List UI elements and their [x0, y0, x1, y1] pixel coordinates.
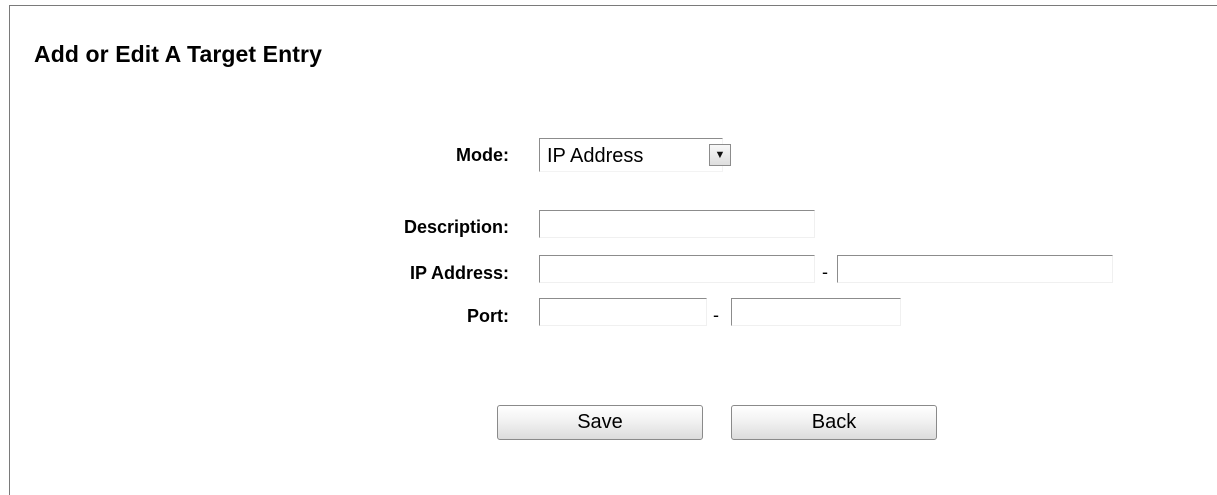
ip-address-label: IP Address:: [409, 263, 509, 283]
mode-select[interactable]: IP Address ▼: [539, 138, 731, 172]
chevron-down-icon[interactable]: ▼: [709, 144, 731, 166]
page-title: Add or Edit A Target Entry: [34, 41, 322, 67]
port-range-separator: -: [713, 305, 719, 325]
mode-label: Mode:: [456, 145, 509, 165]
save-button[interactable]: Save: [497, 405, 703, 440]
ip-range-separator: -: [822, 262, 828, 282]
port-end-input[interactable]: [731, 298, 901, 326]
ip-start-input[interactable]: [539, 255, 815, 283]
port-start-input[interactable]: [539, 298, 707, 326]
mode-select-value: IP Address: [547, 145, 644, 167]
back-button[interactable]: Back: [731, 405, 937, 440]
port-label: Port:: [467, 306, 509, 326]
description-label: Description:: [403, 217, 509, 237]
description-input[interactable]: [539, 210, 815, 238]
ip-end-input[interactable]: [837, 255, 1113, 283]
